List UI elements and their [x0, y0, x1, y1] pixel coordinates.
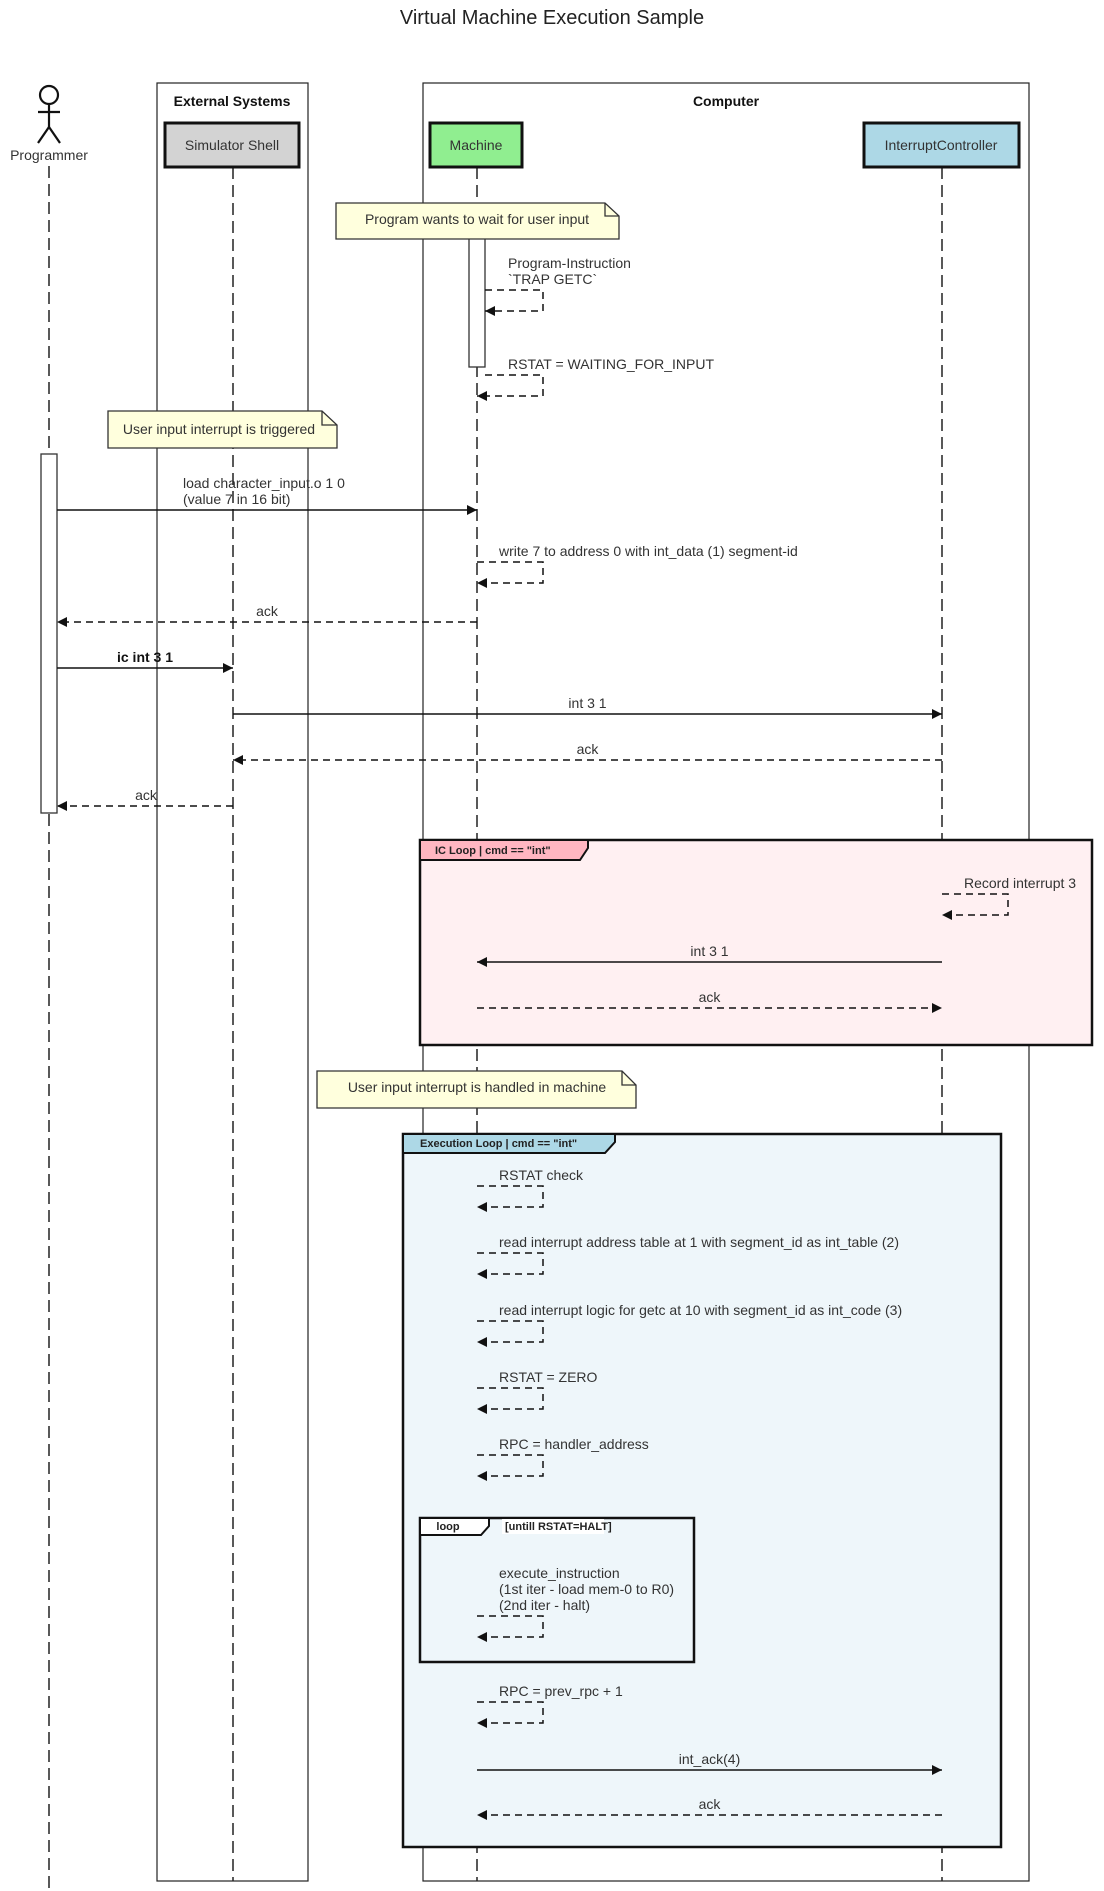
message-label: ack [699, 1796, 722, 1812]
note-text-interrupt-triggered: User input interrupt is triggered [123, 421, 315, 437]
message-label: `TRAP GETC` [508, 271, 597, 287]
message-label: ic int 3 1 [117, 649, 173, 665]
activation-bar-programmer [40, 453, 58, 814]
message-label: (1st iter - load mem-0 to R0) [499, 1581, 674, 1597]
message-machine-to-programmer: ack [57, 603, 477, 627]
message-label: int 3 1 [568, 695, 606, 711]
diagram-title: Virtual Machine Execution Sample [400, 7, 704, 29]
message-label: load character_input.o 1 0 [183, 475, 345, 491]
message-label: int 3 1 [690, 943, 728, 959]
message-label: RPC = prev_rpc + 1 [499, 1683, 623, 1699]
message-label: RSTAT = WAITING_FOR_INPUT [508, 356, 714, 372]
frame-label-ic-loop: IC Loop | cmd == "int" [435, 845, 551, 857]
message-label: Record interrupt 3 [964, 875, 1076, 891]
message-label: ack [699, 989, 722, 1005]
message-label: (2nd iter - halt) [499, 1597, 590, 1613]
message-label: RSTAT = ZERO [499, 1369, 598, 1385]
self-message-arrow [485, 289, 544, 316]
participant-label-machine: Machine [450, 137, 503, 153]
message-label: execute_instruction [499, 1565, 620, 1581]
message-label: ack [577, 741, 600, 757]
message-label: int_ack(4) [679, 1751, 740, 1767]
participant-machine[interactable]: Machine [428, 121, 524, 169]
message-shell-to-programmer: ack [57, 787, 233, 811]
participant-interrupt-controller[interactable]: InterruptController [862, 121, 1021, 169]
message-ic-to-shell: ack [233, 741, 942, 765]
frame-label-execution-loop: Execution Loop | cmd == "int" [420, 1138, 577, 1150]
message-label: RPC = handler_address [499, 1436, 649, 1452]
participant-label-simulator-shell: Simulator Shell [185, 137, 279, 153]
message-label: Program-Instruction [508, 255, 631, 271]
note-interrupt-triggered: User input interrupt is triggered [107, 410, 338, 449]
message-shell-to-ic: int 3 1 [233, 695, 942, 719]
message-label: read interrupt address table at 1 with s… [499, 1234, 899, 1250]
note-interrupt-handled: User input interrupt is handled in machi… [316, 1070, 637, 1109]
message-self-machine-to-machine: RSTAT = WAITING_FOR_INPUT [477, 356, 714, 401]
message-programmer-to-shell: ic int 3 1 [57, 649, 233, 673]
message-label: write 7 to address 0 with int_data (1) s… [498, 543, 798, 559]
activation-bar-machine [468, 236, 486, 368]
frame-ic-loop: IC Loop | cmd == "int" [418, 838, 1094, 1047]
message-label: ack [256, 603, 279, 619]
participant-simulator-shell[interactable]: Simulator Shell [163, 121, 301, 169]
frame-guard-inner-loop: [untill RSTAT=HALT] [505, 1521, 612, 1533]
group-label-computer: Computer [693, 93, 760, 109]
participant-programmer[interactable]: Programmer [10, 84, 88, 163]
message-label: read interrupt logic for getc at 10 with… [499, 1302, 902, 1318]
participant-label-interrupt-controller: InterruptController [885, 137, 998, 153]
message-self-machine-to-machine: Program-Instruction`TRAP GETC` [485, 255, 631, 316]
self-message-arrow [477, 561, 544, 588]
participant-label-programmer: Programmer [10, 147, 88, 163]
actor-icon [37, 84, 61, 144]
group-label-external-systems: External Systems [174, 93, 291, 109]
note-text-program-wait: Program wants to wait for user input [365, 211, 589, 227]
frame-label-inner-loop: loop [436, 1521, 459, 1533]
message-programmer-to-machine: load character_input.o 1 0(value 7 in 16… [57, 475, 477, 515]
sequence-diagram: Virtual Machine Execution Sample Externa… [10, 7, 1094, 1891]
message-label: RSTAT check [499, 1167, 584, 1183]
message-label: ack [135, 787, 158, 803]
message-self-machine-to-machine: write 7 to address 0 with int_data (1) s… [477, 543, 798, 588]
note-program-wait: Program wants to wait for user input [335, 202, 620, 240]
message-label: (value 7 in 16 bit) [183, 491, 290, 507]
self-message-arrow [477, 374, 544, 401]
note-text-interrupt-handled: User input interrupt is handled in machi… [348, 1079, 607, 1095]
